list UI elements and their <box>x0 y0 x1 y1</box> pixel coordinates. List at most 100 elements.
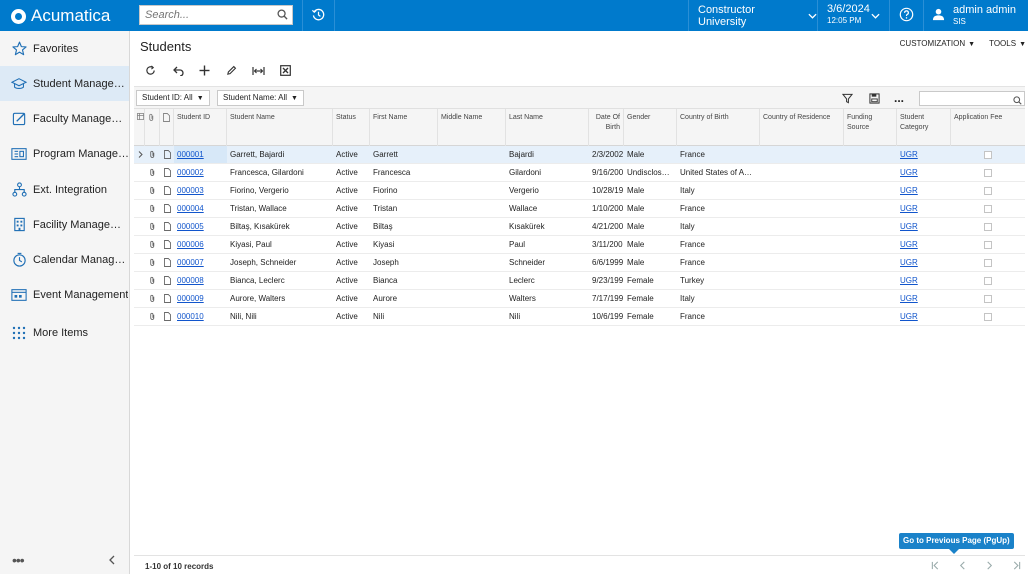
note-icon[interactable] <box>161 182 173 199</box>
export-excel-button[interactable] <box>272 61 299 83</box>
sidebar-item-student-management[interactable]: Student Management <box>0 66 129 101</box>
student-name-filter[interactable]: Student Name: All ▼ <box>217 90 304 106</box>
application-fee-checkbox[interactable] <box>984 313 992 321</box>
application-fee-checkbox[interactable] <box>984 151 992 159</box>
column-header-application-fee[interactable]: Application Fee <box>951 109 1025 146</box>
table-row[interactable]: 000002 Francesca, Gilardoni Active Francesc… <box>134 164 1025 182</box>
student-id-link[interactable]: 000008 <box>177 276 204 285</box>
sidebar-item-faculty-management[interactable]: Faculty Management <box>0 101 129 136</box>
note-icon[interactable] <box>161 218 173 235</box>
filter-icon[interactable] <box>839 90 855 106</box>
refresh-button[interactable] <box>137 61 164 83</box>
student-category-link[interactable]: UGR <box>900 312 918 321</box>
application-fee-checkbox[interactable] <box>984 259 992 267</box>
application-fee-checkbox[interactable] <box>984 223 992 231</box>
column-header-student-id[interactable]: Student ID <box>174 109 227 146</box>
table-row[interactable]: 000007 Joseph, Schneider Active Joseph Schne… <box>134 254 1025 272</box>
application-fee-checkbox[interactable] <box>984 169 992 177</box>
attachment-icon[interactable] <box>146 290 158 307</box>
student-id-link[interactable]: 000005 <box>177 222 204 231</box>
column-header-date-of-birth[interactable]: Date Of Birth <box>589 109 624 146</box>
customization-menu[interactable]: CUSTOMIZATION ▼ <box>900 39 975 48</box>
more-options-icon[interactable]: ••• <box>12 552 25 568</box>
student-id-link[interactable]: 000002 <box>177 168 204 177</box>
tenant-selector[interactable]: Constructor University <box>689 0 817 31</box>
collapse-sidebar-icon[interactable] <box>108 554 115 568</box>
student-category-link[interactable]: UGR <box>900 240 918 249</box>
sidebar-item-event-management[interactable]: Event Management <box>0 277 129 312</box>
column-header-middle-name[interactable]: Middle Name <box>438 109 506 146</box>
note-icon[interactable] <box>161 308 173 325</box>
note-icon[interactable] <box>161 164 173 181</box>
table-row[interactable]: 000009 Aurore, Walters Active Aurore Walters… <box>134 290 1025 308</box>
acumatica-logo[interactable]: Acumatica <box>11 6 110 26</box>
history-button[interactable] <box>303 0 334 31</box>
note-icon[interactable] <box>161 254 173 271</box>
attachment-icon[interactable] <box>146 218 158 235</box>
student-category-link[interactable]: UGR <box>900 276 918 285</box>
column-header-funding-source[interactable]: Funding Source <box>844 109 897 146</box>
sidebar-item-ext-integration[interactable]: Ext. Integration <box>0 172 129 207</box>
table-row[interactable]: 000005 Biltaş, Kısakürek Active Biltaş Kısak… <box>134 218 1025 236</box>
more-actions-icon[interactable]: ... <box>891 90 907 106</box>
sidebar-item-facility-management[interactable]: Facility Management <box>0 207 129 242</box>
sidebar-item-calendar-management[interactable]: Calendar Management <box>0 242 129 277</box>
column-header-gender[interactable]: Gender <box>624 109 677 146</box>
student-id-link[interactable]: 000010 <box>177 312 204 321</box>
column-header-status[interactable]: Status <box>333 109 370 146</box>
search-icon[interactable] <box>277 9 288 23</box>
student-category-link[interactable]: UGR <box>900 150 918 159</box>
column-header-country-of-birth[interactable]: Country of Birth <box>677 109 760 146</box>
next-page-icon[interactable] <box>983 559 996 572</box>
student-id-link[interactable]: 000001 <box>177 150 204 159</box>
student-category-link[interactable]: UGR <box>900 186 918 195</box>
business-date-selector[interactable]: 3/6/2024 12:05 PM <box>818 0 889 31</box>
search-icon[interactable] <box>1013 94 1022 108</box>
sidebar-item-program-management[interactable]: Program Management <box>0 136 129 171</box>
undo-button[interactable] <box>164 61 191 83</box>
note-icon[interactable] <box>161 290 173 307</box>
help-button[interactable] <box>890 0 923 31</box>
first-page-icon[interactable] <box>929 559 942 572</box>
student-id-link[interactable]: 000006 <box>177 240 204 249</box>
student-category-link[interactable]: UGR <box>900 258 918 267</box>
student-category-link[interactable]: UGR <box>900 168 918 177</box>
student-id-link[interactable]: 000003 <box>177 186 204 195</box>
student-id-link[interactable]: 000009 <box>177 294 204 303</box>
last-page-icon[interactable] <box>1010 559 1023 572</box>
student-id-link[interactable]: 000004 <box>177 204 204 213</box>
fit-columns-button[interactable] <box>245 61 272 83</box>
attachment-icon[interactable] <box>146 308 158 325</box>
grid-search-input[interactable] <box>920 94 1008 107</box>
attachment-icon[interactable] <box>146 182 158 199</box>
table-row[interactable]: 000001 Garrett, Bajardi Active Garrett Bajar… <box>134 146 1025 164</box>
column-header-last-name[interactable]: Last Name <box>506 109 589 146</box>
table-row[interactable]: 000010 Nili, Nili Active Nili Nili 10/6/199 Fe… <box>134 308 1025 326</box>
application-fee-checkbox[interactable] <box>984 187 992 195</box>
add-button[interactable] <box>191 61 218 83</box>
save-filter-icon[interactable] <box>866 90 882 106</box>
student-id-link[interactable]: 000007 <box>177 258 204 267</box>
search-input[interactable] <box>140 6 270 24</box>
tools-menu[interactable]: TOOLS ▼ <box>989 39 1026 48</box>
note-icon[interactable] <box>161 200 173 217</box>
student-category-link[interactable]: UGR <box>900 294 918 303</box>
column-header-first-name[interactable]: First Name <box>370 109 438 146</box>
attachment-icon[interactable] <box>146 272 158 289</box>
global-search[interactable] <box>139 5 293 25</box>
select-all-header[interactable] <box>134 109 145 146</box>
attachment-icon[interactable] <box>146 146 158 163</box>
note-icon[interactable] <box>161 146 173 163</box>
application-fee-checkbox[interactable] <box>984 277 992 285</box>
note-icon[interactable] <box>161 272 173 289</box>
table-row[interactable]: 000003 Fiorino, Vergerio Active Fiorino Verg… <box>134 182 1025 200</box>
application-fee-checkbox[interactable] <box>984 295 992 303</box>
edit-button[interactable] <box>218 61 245 83</box>
student-category-link[interactable]: UGR <box>900 204 918 213</box>
table-row[interactable]: 000008 Bianca, Leclerc Active Bianca Leclerc… <box>134 272 1025 290</box>
table-row[interactable]: 000004 Tristan, Wallace Active Tristan Walla… <box>134 200 1025 218</box>
attachment-icon[interactable] <box>146 254 158 271</box>
user-menu[interactable]: admin admin SIS <box>924 0 1028 31</box>
column-header-student-category[interactable]: Student Category <box>897 109 951 146</box>
grid-search-box[interactable] <box>919 91 1025 108</box>
